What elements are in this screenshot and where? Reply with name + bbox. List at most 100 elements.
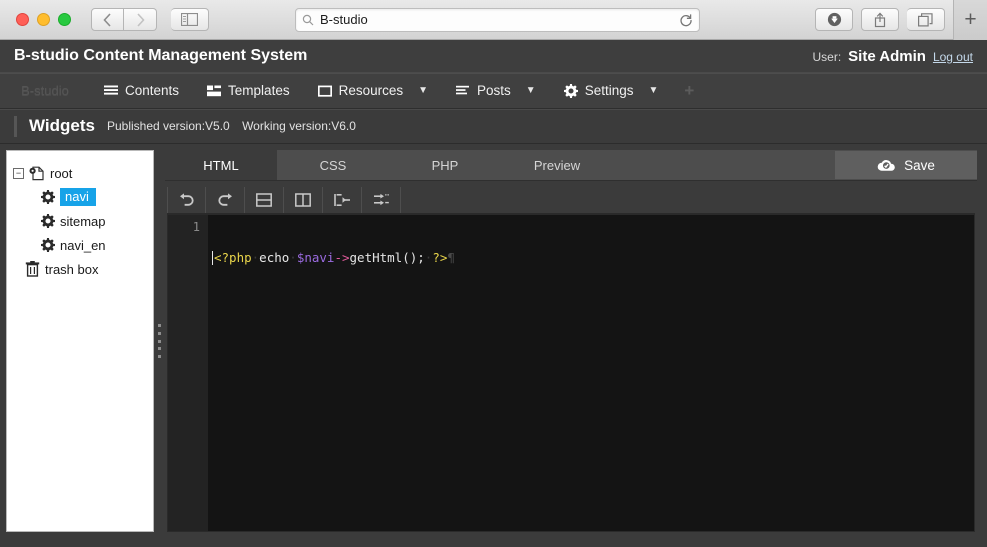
indent-icon[interactable]: [323, 187, 362, 213]
gear-icon: [41, 238, 55, 252]
sidebar-toggle-wrapper: [171, 8, 209, 31]
nav-item-label: Contents: [125, 83, 180, 98]
address-bar[interactable]: B-studio: [295, 7, 700, 32]
widget-tree: − root navi sitemap navi_en trash box: [7, 151, 153, 281]
line-number: 1: [192, 220, 200, 234]
content-header: Widgets Published version:V5.0 Working v…: [0, 109, 987, 144]
tab-php[interactable]: PHP: [389, 150, 501, 180]
nav-item-label: Templates: [228, 83, 290, 98]
tree-item-navi[interactable]: navi: [7, 185, 153, 209]
page-title: B-studio Content Management System: [14, 47, 308, 64]
splitter-grip[interactable]: [158, 322, 161, 360]
reload-icon[interactable]: [679, 13, 693, 27]
nav-item-label: Resources: [338, 83, 404, 98]
format-icon[interactable]: [362, 187, 401, 213]
grip-dot: [158, 339, 161, 343]
new-tab-button[interactable]: +: [953, 0, 987, 40]
browser-action-buttons: [815, 8, 945, 31]
tab-html[interactable]: HTML: [165, 150, 277, 180]
user-name: Site Admin: [848, 47, 926, 65]
code-token-close-tag: ?>: [432, 250, 448, 265]
nav-item-templates[interactable]: Templates: [193, 73, 304, 109]
nav-item-settings[interactable]: Settings ▼: [550, 73, 673, 109]
zoom-window-button[interactable]: [58, 13, 71, 26]
code-token-call: getHtml();: [349, 250, 425, 265]
code-space: ·: [289, 250, 297, 265]
save-button-label: Save: [904, 157, 935, 173]
code-token-arrow: ->: [334, 250, 350, 265]
back-button[interactable]: [91, 8, 124, 31]
undo-icon[interactable]: [167, 187, 206, 213]
editor-panel: HTML CSS PHP Preview Save 1 <?php·echo·$…: [165, 150, 977, 532]
forward-button[interactable]: [124, 8, 157, 31]
gear-icon: [563, 83, 578, 98]
grid-icon: [207, 85, 222, 97]
sidebar-icon: [181, 13, 198, 26]
tabs-icon: [918, 12, 933, 27]
download-icon: [827, 12, 841, 27]
code-token-variable: $navi: [296, 250, 335, 265]
chevron-right-icon: [136, 12, 145, 27]
minimize-window-button[interactable]: [37, 13, 50, 26]
eol-marker: ¶: [447, 250, 455, 265]
share-button[interactable]: [861, 8, 899, 31]
editor-toolbar-spacer: [401, 187, 975, 213]
nav-item-contents[interactable]: Contents: [90, 73, 193, 109]
tree-item-root[interactable]: − root: [7, 161, 153, 185]
code-content[interactable]: <?php·echo·$navi->getHtml();·?>¶: [208, 215, 974, 531]
grip-dot: [158, 347, 161, 351]
editor-frame: 1 <?php·echo·$navi->getHtml();·?>¶: [165, 180, 977, 532]
logout-link[interactable]: Log out: [933, 50, 973, 64]
workspace: − root navi sitemap navi_en trash box HT…: [0, 144, 987, 540]
tree-item-label: navi: [60, 188, 96, 206]
code-editor[interactable]: 1 <?php·echo·$navi->getHtml();·?>¶: [167, 214, 975, 532]
text-cursor: [212, 251, 213, 265]
user-block: User: Site Admin Log out: [812, 48, 973, 65]
address-input-value[interactable]: B-studio: [320, 12, 679, 27]
tree-item-trash-box[interactable]: trash box: [7, 257, 153, 281]
published-version: Published version:V5.0: [106, 119, 230, 133]
tree-item-label: root: [50, 165, 73, 181]
panel-splitter[interactable]: [154, 150, 165, 532]
grip-dot: [158, 355, 161, 358]
browser-toolbar: B-studio +: [0, 0, 987, 40]
add-nav-item-button[interactable]: +: [672, 81, 706, 101]
gear-icon: [41, 190, 55, 204]
gear-page-icon: [29, 166, 45, 181]
downloads-button[interactable]: [815, 8, 853, 31]
show-sidebar-button[interactable]: [171, 8, 209, 31]
tab-css[interactable]: CSS: [277, 150, 389, 180]
show-tabs-button[interactable]: [907, 8, 945, 31]
footer-strip: [0, 540, 987, 547]
address-bar-wrapper: B-studio: [295, 7, 700, 32]
main-navigation: B-studio Contents Templates Resources ▼ …: [0, 73, 987, 109]
tree-item-sitemap[interactable]: sitemap: [7, 209, 153, 233]
list-icon: [104, 85, 118, 97]
nav-item-posts[interactable]: Posts ▼: [442, 73, 550, 109]
save-button[interactable]: Save: [835, 151, 977, 179]
split-horizontal-icon[interactable]: [245, 187, 284, 213]
tab-preview[interactable]: Preview: [501, 150, 613, 180]
expander-icon[interactable]: −: [13, 167, 24, 179]
close-window-button[interactable]: [16, 13, 29, 26]
tree-item-navi-en[interactable]: navi_en: [7, 233, 153, 257]
split-vertical-icon[interactable]: [284, 187, 323, 213]
nav-item-resources[interactable]: Resources ▼: [304, 73, 442, 109]
tree-item-label: trash box: [45, 261, 99, 277]
code-line-1[interactable]: <?php·echo·$navi->getHtml();·?>¶: [212, 250, 974, 265]
chevron-left-icon: [103, 12, 111, 27]
code-token-keyword: echo: [259, 250, 290, 265]
posts-icon: [456, 85, 470, 97]
tab-spacer: [613, 150, 835, 180]
tree-item-label: sitemap: [60, 213, 106, 229]
nav-item-label: Settings: [584, 83, 634, 98]
share-icon: [874, 12, 886, 27]
editor-tab-strip: HTML CSS PHP Preview Save: [165, 150, 977, 180]
redo-icon[interactable]: [206, 187, 245, 213]
line-number-gutter: 1: [168, 215, 208, 531]
tree-item-label: navi_en: [60, 237, 106, 253]
working-version: Working version:V6.0: [242, 119, 356, 133]
app-titlebar: B-studio Content Management System User:…: [0, 40, 987, 73]
grip-dot: [158, 324, 161, 327]
chevron-down-icon: ▼: [418, 85, 429, 96]
